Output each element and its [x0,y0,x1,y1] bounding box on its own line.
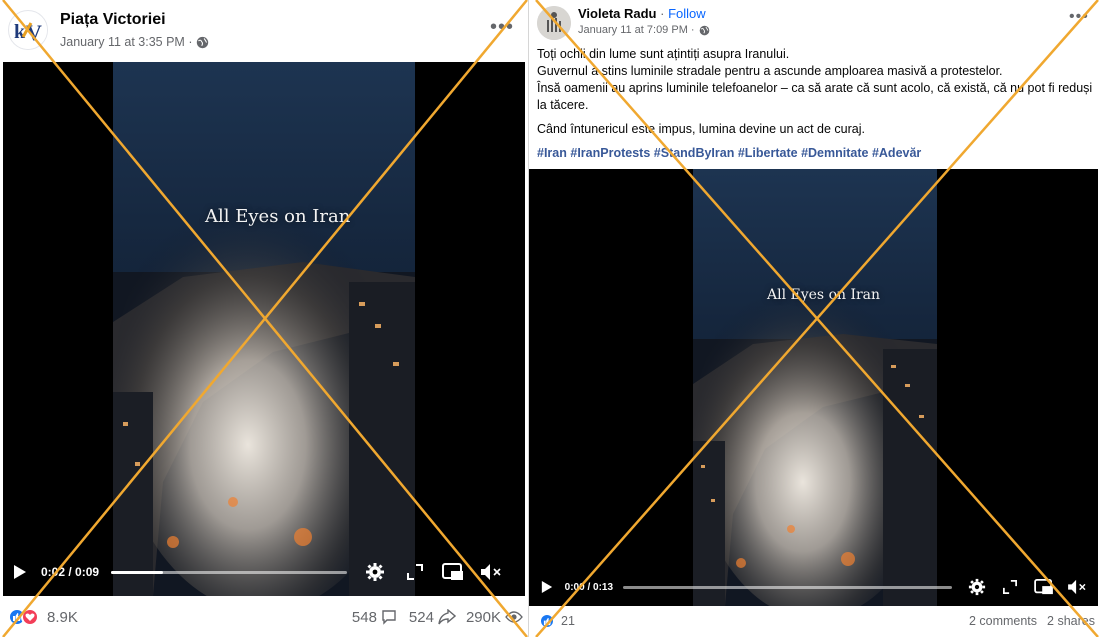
video-progress-fill [111,570,163,574]
video-time: 0:02 / 0:09 [41,565,100,579]
globe-icon [197,36,209,48]
video-frame [693,169,937,606]
share-count[interactable]: 2 shares [1047,614,1095,628]
share-count: 524 [408,608,434,626]
post-meta: January 11 at 3:35 PM · [60,35,209,49]
post-text: Toți ochii din lume sunt ațintiți asupra… [537,46,1093,162]
right-post: Violeta Radu · Follow January 11 at 7:09… [529,0,1100,637]
play-icon[interactable] [11,564,29,580]
views-icon [505,611,523,623]
play-icon[interactable] [539,580,555,594]
comment-count: 548 [351,608,377,626]
video-progress-bar[interactable] [111,570,348,574]
post-footer: 8.9K 548 524 290K [8,606,523,628]
mute-icon[interactable] [1066,579,1088,595]
post-timestamp[interactable]: January 11 at 7:09 PM · [578,24,695,36]
hashtag-link[interactable]: #StandByIran [654,146,735,160]
author-name[interactable]: Violeta Radu [578,6,657,21]
hashtag-link[interactable]: #Libertate [738,146,798,160]
video-player[interactable]: All Eyes on Iran 0:02 / 0:09 [3,62,525,596]
post-footer: 21 2 comments 2 shares [539,612,1095,630]
comment-count[interactable]: 2 comments [969,614,1037,628]
reactions[interactable]: 21 [539,613,575,629]
video-overlay-text: All Eyes on Iran [767,287,881,303]
globe-icon [699,25,709,35]
post-paragraph-1: Toți ochii din lume sunt ațintiți asupra… [537,47,790,61]
video-controls: 0:00 / 0:13 [529,575,1098,599]
left-post: k V Piața Victoriei January 11 at 3:35 P… [0,0,528,637]
fullscreen-icon[interactable] [405,564,425,580]
post-paragraph-3: Însă oamenii au aprins luminile telefoan… [537,81,1093,112]
post-paragraph-4: Când întunericul este impus, lumina devi… [537,122,865,136]
fullscreen-icon[interactable] [1001,580,1019,594]
page-name[interactable]: Piața Victoriei [60,11,166,29]
post-timestamp[interactable]: January 11 at 3:35 PM · [60,35,192,49]
name-separator: · [656,6,669,21]
post-meta: January 11 at 7:09 PM · [578,24,710,36]
video-progress-bar[interactable] [623,585,952,589]
page-logo: k V [10,12,47,49]
share-stat[interactable]: 524 [409,609,456,626]
mute-icon[interactable] [479,563,503,581]
share-icon [438,609,456,625]
like-icon [539,613,555,629]
settings-icon[interactable] [966,578,988,596]
comment-stat[interactable]: 548 [352,609,397,626]
follow-button[interactable]: Follow [668,6,706,21]
video-time: 0:00 / 0:13 [564,581,614,593]
hashtag-link[interactable]: #Iran [537,146,567,160]
video-frame [113,62,415,596]
reactions[interactable]: 8.9K [8,608,78,626]
author-avatar-image [537,6,571,40]
author-header: Violeta Radu · Follow [578,6,706,21]
settings-icon[interactable] [363,562,387,582]
reaction-count: 21 [561,614,575,628]
views-count: 290K [465,608,501,626]
pip-icon[interactable] [1033,579,1055,595]
reaction-count: 8.9K [47,608,78,626]
love-icon [21,608,39,626]
svg-text:V: V [26,20,42,45]
hashtags: #Iran #IranProtests #StandByIran #Libert… [537,145,1093,162]
page-avatar[interactable]: k V [8,10,48,50]
post-paragraph-2: Guvernul a stins luminile stradale pentr… [537,64,1003,78]
more-options-icon[interactable]: ••• [1069,8,1089,26]
pip-icon[interactable] [441,563,465,581]
more-options-icon[interactable]: ••• [490,16,514,39]
video-controls: 0:02 / 0:09 [3,559,525,585]
hashtag-link[interactable]: #Adevăr [872,146,921,160]
video-player[interactable]: All Eyes on Iran 0:00 / 0:13 [529,169,1098,606]
views-stat: 290K [466,609,523,626]
comment-icon [382,610,396,625]
video-overlay-text: All Eyes on Iran [205,206,351,227]
hashtag-link[interactable]: #Demnitate [801,146,868,160]
author-avatar[interactable] [537,6,571,40]
hashtag-link[interactable]: #IranProtests [570,146,650,160]
